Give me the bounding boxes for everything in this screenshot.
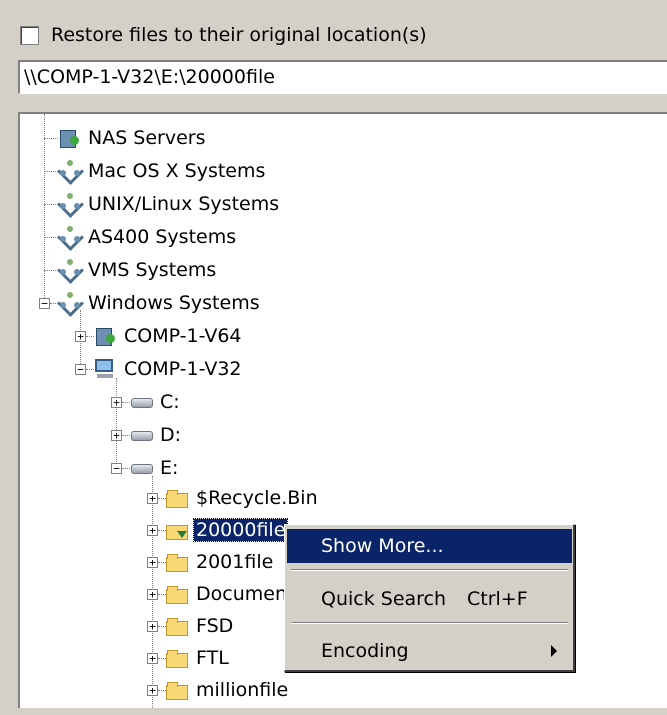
collapse-drive-e-toggle[interactable]: −	[111, 463, 122, 474]
tree-node-folder-fsd[interactable]: FSD	[166, 613, 235, 639]
network-icon	[58, 160, 80, 182]
tree-node-drive-e[interactable]: E:	[130, 455, 180, 481]
menu-item-encoding[interactable]: Encoding	[287, 634, 572, 668]
network-icon	[58, 226, 80, 248]
expand-folder-toggle[interactable]: +	[147, 525, 158, 536]
tree-node-label: 2001file	[196, 551, 274, 573]
collapse-comp-1-v32-toggle[interactable]: −	[75, 364, 86, 375]
tree-line	[158, 594, 166, 595]
tree-node-nas-servers[interactable]: NAS Servers	[58, 125, 208, 151]
tree-node-label: NAS Servers	[88, 127, 206, 149]
tree-line	[44, 114, 45, 302]
tree-line	[86, 336, 94, 337]
tree-node-label: $Recycle.Bin	[196, 487, 318, 509]
tree-line	[44, 138, 58, 139]
network-icon	[58, 193, 80, 215]
expand-drive-c-toggle[interactable]: +	[111, 397, 122, 408]
expand-folder-toggle[interactable]: +	[147, 557, 158, 568]
tree-line	[122, 435, 130, 436]
tree-node-label: AS400 Systems	[88, 226, 237, 248]
tree-node-folder-millionfile[interactable]: millionfile	[166, 677, 290, 703]
folder-sync-icon	[166, 519, 188, 541]
tree-node-comp-1-v32[interactable]: COMP-1-V32	[94, 356, 244, 382]
expand-folder-toggle[interactable]: +	[147, 589, 158, 600]
computer-icon	[94, 358, 116, 380]
tree-node-as400-systems[interactable]: AS400 Systems	[58, 224, 238, 250]
tree-node-label: COMP-1-V32	[124, 358, 242, 380]
folder-icon	[166, 551, 188, 573]
tree-node-unix-linux-systems[interactable]: UNIX/Linux Systems	[58, 191, 281, 217]
tree-node-label: C:	[160, 391, 180, 413]
tree-node-label-selected: 20000file	[192, 518, 289, 542]
folder-icon	[166, 647, 188, 669]
tree-node-comp-1-v64[interactable]: COMP-1-V64	[94, 323, 244, 349]
tree-node-label: FSD	[196, 615, 234, 637]
tree-line	[116, 378, 117, 468]
menu-separator	[291, 569, 568, 571]
tree-node-label: COMP-1-V64	[124, 325, 242, 347]
expand-folder-toggle[interactable]: +	[147, 685, 158, 696]
collapse-windows-systems-toggle[interactable]: −	[39, 298, 50, 309]
tree-node-folder-ftl[interactable]: FTL	[166, 645, 231, 671]
menu-item-label: Show More...	[321, 535, 444, 557]
tree-line	[158, 626, 166, 627]
tree-node-mac-os-x-systems[interactable]: Mac OS X Systems	[58, 158, 267, 184]
restore-path-field[interactable]: \\COMP-1-V32\E:\20000file	[18, 60, 667, 94]
context-menu: Show More... Quick Search Ctrl+F Encodin…	[284, 524, 575, 672]
tree-line	[158, 530, 166, 531]
network-icon	[58, 259, 80, 281]
tree-node-label: VMS Systems	[88, 259, 217, 281]
tree-node-label: UNIX/Linux Systems	[88, 193, 280, 215]
tree-node-windows-systems[interactable]: Windows Systems	[58, 290, 262, 316]
expand-folder-toggle[interactable]: +	[147, 493, 158, 504]
menu-item-shortcut: Ctrl+F	[467, 588, 528, 610]
tree-line	[158, 658, 166, 659]
folder-icon	[166, 487, 188, 509]
tree-line	[158, 498, 166, 499]
drive-icon	[130, 391, 153, 413]
expand-folder-toggle[interactable]: +	[147, 621, 158, 632]
expand-drive-d-toggle[interactable]: +	[111, 430, 122, 441]
restore-option-row[interactable]: Restore files to their original location…	[20, 20, 427, 50]
expand-comp-1-v64-toggle[interactable]: +	[75, 331, 86, 342]
menu-separator	[291, 622, 568, 624]
folder-icon	[166, 583, 188, 605]
tree-line	[122, 402, 130, 403]
nas-server-icon	[58, 127, 80, 149]
menu-item-quick-search[interactable]: Quick Search Ctrl+F	[287, 582, 572, 616]
tree-node-label: FTL	[196, 647, 229, 669]
tree-node-vms-systems[interactable]: VMS Systems	[58, 257, 218, 283]
tree-node-folder-2001file[interactable]: 2001file	[166, 549, 275, 575]
tree-node-label: D:	[160, 424, 182, 446]
tree-node-label: Windows Systems	[88, 292, 260, 314]
folder-icon	[166, 679, 188, 701]
tree-line	[122, 468, 130, 469]
tree-node-label: Mac OS X Systems	[88, 160, 266, 182]
tree-line	[158, 562, 166, 563]
folder-icon	[166, 615, 188, 637]
menu-item-label: Quick Search	[321, 588, 447, 610]
menu-item-label: Encoding	[321, 640, 409, 662]
tree-node-label: millionfile	[196, 679, 289, 701]
tree-line	[86, 369, 94, 370]
restore-original-location-checkbox[interactable]	[20, 25, 39, 45]
tree-node-folder-20000file[interactable]: 20000file	[166, 517, 289, 543]
tree-node-folder-recycle-bin[interactable]: $Recycle.Bin	[166, 485, 320, 511]
server-icon	[94, 325, 116, 347]
bottom-edge	[0, 708, 667, 715]
tree-node-label: E:	[160, 457, 179, 479]
drive-icon	[130, 424, 153, 446]
tree-node-drive-d[interactable]: D:	[130, 422, 183, 448]
menu-item-show-more[interactable]: Show More...	[287, 529, 572, 563]
drive-icon	[130, 457, 153, 479]
tree-line	[158, 690, 166, 691]
restore-original-location-label: Restore files to their original location…	[51, 24, 427, 46]
submenu-arrow-icon	[551, 645, 557, 657]
tree-node-drive-c[interactable]: C:	[130, 389, 182, 415]
network-icon	[58, 292, 80, 314]
expand-folder-toggle[interactable]: +	[147, 653, 158, 664]
